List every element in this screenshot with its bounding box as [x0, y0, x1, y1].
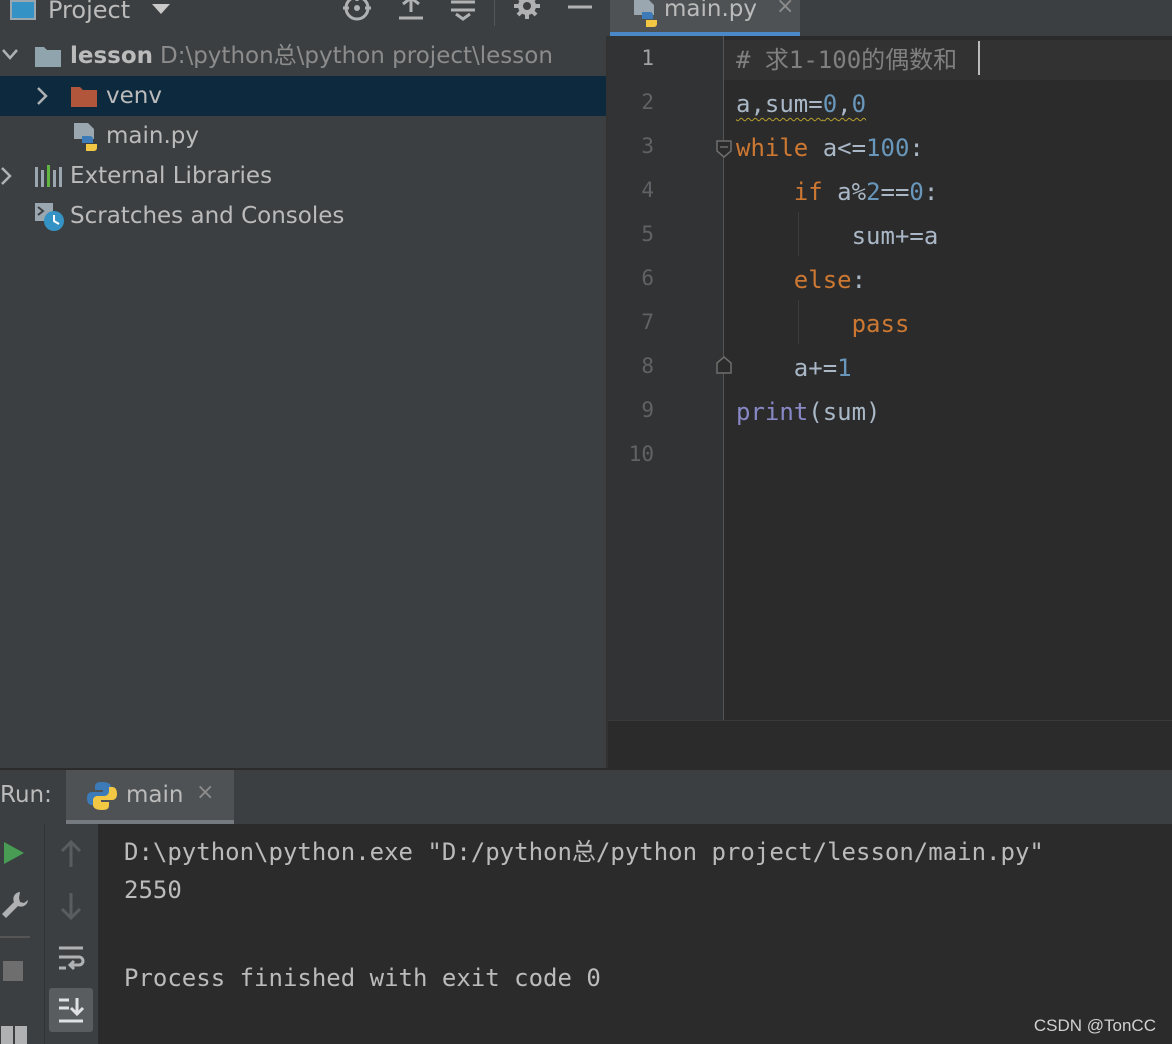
tree-item-label: External Libraries [70, 163, 273, 189]
line-number: 3 [641, 134, 654, 158]
python-file-icon [74, 123, 97, 151]
run-toolbar-primary [0, 824, 44, 1044]
project-header: Project [0, 0, 606, 36]
console-line: 2550 [124, 876, 182, 904]
run-tab-label: main [126, 782, 184, 808]
scroll-to-end-icon [59, 998, 85, 1023]
locate-icon[interactable] [342, 0, 372, 26]
close-icon[interactable]: × [776, 0, 794, 19]
chevron-right-icon[interactable] [32, 76, 52, 116]
tab-label: main.py [664, 0, 757, 22]
scroll-to-end-button[interactable] [49, 988, 93, 1032]
code-text: if a%2==0: [793, 178, 939, 206]
scratches-icon [35, 203, 64, 231]
line-number: 9 [641, 398, 654, 422]
tree-item-label: Scratches and Consoles [70, 203, 345, 229]
run-tab-main[interactable]: main × [66, 770, 234, 824]
code-text: while a<=100: [736, 134, 924, 162]
code-line-7: pass [736, 302, 910, 346]
toolbar-divider [494, 0, 495, 26]
chevron-down-icon[interactable] [0, 36, 20, 76]
libraries-icon [35, 165, 62, 187]
gear-icon[interactable] [512, 0, 542, 26]
line-number: 6 [641, 266, 654, 290]
code-text: sum+=a [736, 222, 939, 250]
collapse-all-icon[interactable] [448, 0, 478, 26]
toolbar-divider [0, 936, 30, 938]
folder-icon [35, 47, 61, 67]
code-text: pass [851, 310, 910, 338]
tree-item-scratches-and-consoles[interactable]: Scratches and Consoles [0, 196, 606, 236]
run-label: Run: [0, 782, 52, 808]
project-title[interactable]: Project [48, 0, 130, 24]
code-line-2: a,sum=0,0 [736, 82, 866, 126]
code-line-1: # 求1-100的偶数和 [736, 46, 958, 74]
line-number: 4 [641, 178, 654, 202]
expand-all-icon[interactable] [396, 0, 426, 26]
editor-footer [608, 720, 1172, 768]
editor-tab-main-py[interactable]: main.py × [610, 0, 800, 36]
project-tool-window: Project lesson D:\python总\python project… [0, 0, 606, 768]
chevron-down-icon[interactable] [152, 4, 170, 14]
code-line-9: print(sum) [736, 390, 881, 434]
fold-marker-icon[interactable] [716, 140, 732, 158]
run-toolbar-secondary [44, 824, 98, 1044]
code-line-6: else: [736, 258, 866, 302]
code-line-8: a+=1 [736, 346, 852, 390]
code-line-5: sum+=a [736, 214, 939, 258]
line-number: 5 [641, 222, 654, 246]
project-window-icon [10, 0, 36, 20]
soft-wrap-icon[interactable] [57, 944, 85, 972]
chevron-right-icon[interactable] [0, 156, 16, 196]
code-text: else: [793, 266, 867, 294]
python-file-icon [634, 0, 657, 27]
line-number: 10 [628, 442, 654, 466]
run-console[interactable]: D:\python\python.exe "D:/python总/python … [98, 824, 1172, 1044]
line-number: 2 [641, 90, 654, 114]
arrow-up-icon[interactable] [59, 840, 83, 868]
excluded-folder-icon [71, 87, 97, 107]
tree-item-external-libraries[interactable]: External Libraries [0, 156, 606, 196]
tree-item-main-py[interactable]: main.py [0, 116, 606, 156]
console-line: Process finished with exit code 0 [124, 964, 601, 992]
layout-icon[interactable] [0, 1024, 28, 1044]
fold-end-marker-icon[interactable] [716, 356, 732, 374]
arrow-down-icon[interactable] [59, 892, 83, 920]
watermark: CSDN @TonCC [1033, 1016, 1156, 1035]
wrench-icon[interactable] [0, 890, 28, 920]
code-line-3: while a<=100: [736, 126, 924, 170]
run-tool-window-header: Run: main × [0, 768, 1172, 824]
stop-icon[interactable] [2, 960, 24, 982]
gutter-separator [723, 36, 724, 720]
tree-item-lesson[interactable]: lesson D:\python总\python project\lesson [0, 36, 606, 76]
code-line-4: if a%2==0: [736, 170, 939, 214]
text-caret [978, 41, 980, 75]
run-icon[interactable] [2, 840, 26, 866]
line-number-gutter: 1 2 3 4 5 6 7 8 9 10 [608, 36, 724, 720]
console-line: D:\python\python.exe "D:/python总/python … [124, 838, 1044, 866]
code-editor[interactable]: 1 2 3 4 5 6 7 8 9 10 # 求1-100的偶数和 a,sum=… [608, 36, 1172, 720]
tree-item-label: lesson [70, 43, 154, 69]
tree-item-venv[interactable]: venv [0, 76, 606, 116]
code-text: print(sum) [736, 398, 881, 426]
code-text: a,sum=0,0 [736, 90, 867, 118]
tree-item-label: venv [106, 83, 162, 109]
line-number: 1 [641, 46, 654, 70]
close-icon[interactable]: × [196, 780, 214, 805]
minimize-icon[interactable] [566, 0, 596, 26]
code-text: a+=1 [736, 354, 852, 382]
line-number: 8 [641, 354, 654, 378]
tree-item-path: D:\python总\python project\lesson [160, 43, 553, 69]
tree-item-label: main.py [106, 123, 199, 149]
line-number: 7 [641, 310, 654, 334]
python-icon [87, 782, 117, 810]
